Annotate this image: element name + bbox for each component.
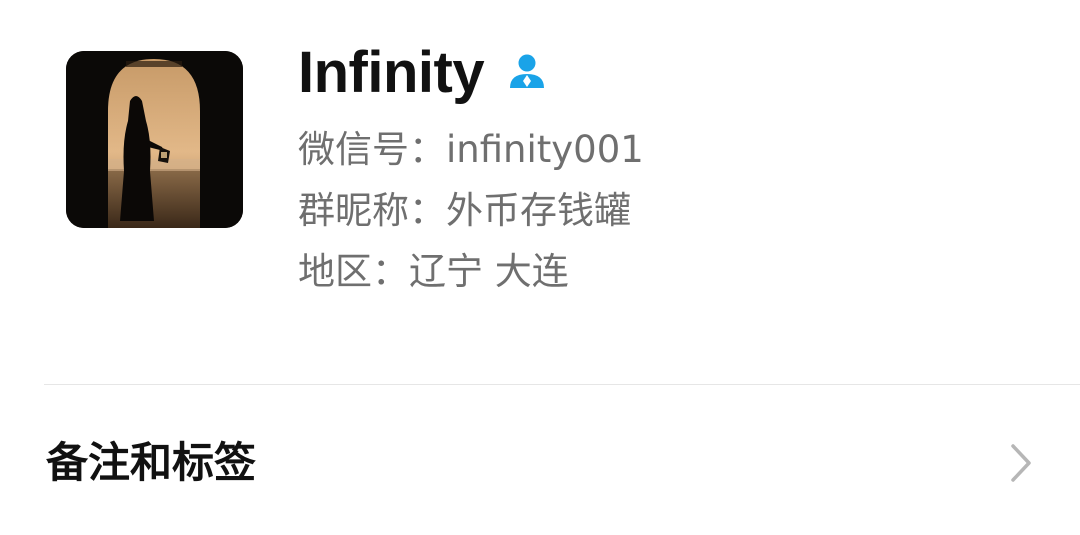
avatar-image <box>66 51 243 228</box>
name-row: Infinity <box>298 38 548 108</box>
remarks-and-tags-row[interactable]: 备注和标签 <box>0 385 1080 535</box>
contact-person-icon <box>506 50 548 92</box>
region: 地区：辽宁 大连 <box>298 250 569 293</box>
avatar[interactable] <box>66 51 243 228</box>
profile-card: Infinity 微信号：infinity001 群昵称：外币存钱罐 地区：辽宁… <box>0 0 1080 385</box>
chevron-right-icon <box>1010 443 1032 483</box>
remarks-and-tags-label: 备注和标签 <box>46 438 257 487</box>
wechat-id: 微信号：infinity001 <box>298 128 644 171</box>
nickname: Infinity <box>298 40 485 105</box>
group-nickname: 群昵称：外币存钱罐 <box>298 189 631 232</box>
